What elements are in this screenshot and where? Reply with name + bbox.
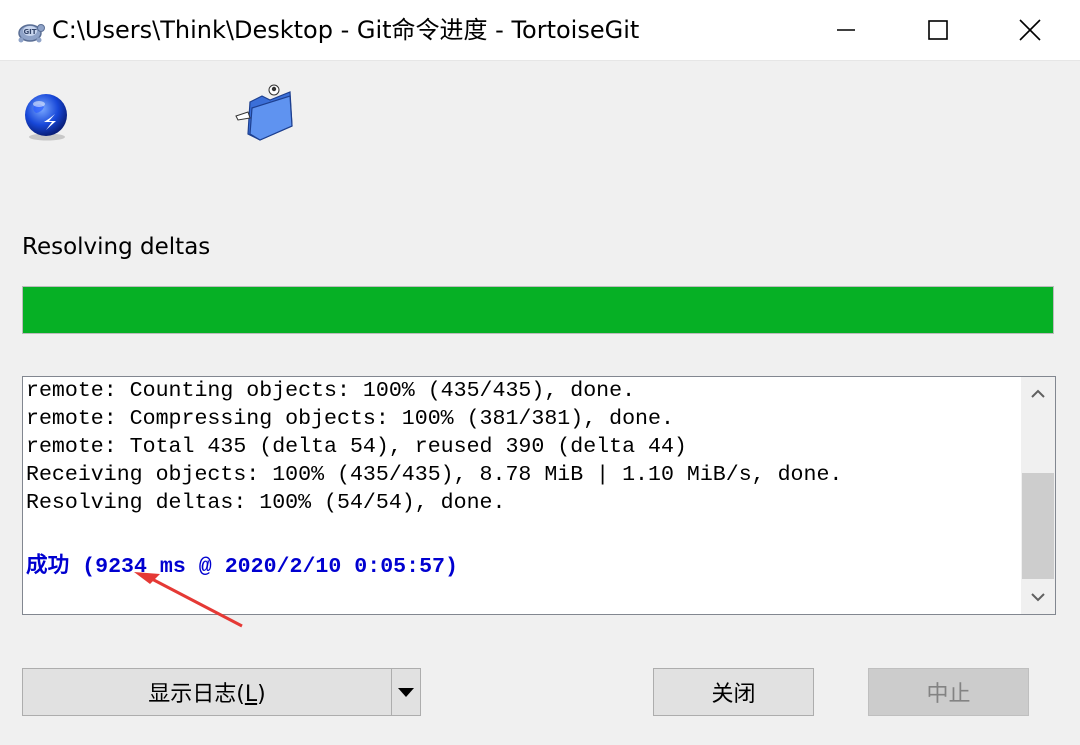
log-blank-line: [26, 517, 1016, 553]
log-line: remote: Counting objects: 100% (435/435)…: [26, 379, 636, 403]
scroll-down-button[interactable]: [1021, 580, 1055, 614]
caret-down-icon: [398, 688, 414, 697]
maximize-button[interactable]: [892, 0, 984, 60]
close-icon: [1019, 19, 1041, 41]
progress-bar: [22, 286, 1054, 334]
show-log-dropdown-button[interactable]: [391, 668, 421, 716]
log-line: Resolving deltas: 100% (54/54), done.: [26, 491, 506, 515]
log-line: remote: Compressing objects: 100% (381/3…: [26, 407, 674, 431]
folder-icon: [235, 84, 293, 141]
tortoisegit-progress-window: GIT C:\Users\Think\Desktop - Git命令进度 - T…: [0, 0, 1080, 745]
vertical-scrollbar[interactable]: [1021, 377, 1055, 614]
scroll-thumb[interactable]: [1022, 473, 1054, 579]
log-line: remote: Total 435 (delta 54), reused 390…: [26, 435, 687, 459]
show-log-button[interactable]: 显示日志(L): [22, 668, 392, 716]
window-title: C:\Users\Think\Desktop - Git命令进度 - Torto…: [52, 16, 640, 44]
tortoisegit-icon: GIT: [18, 24, 45, 43]
svg-text:GIT: GIT: [23, 28, 36, 36]
title-bar[interactable]: GIT C:\Users\Think\Desktop - Git命令进度 - T…: [0, 0, 1080, 61]
close-button[interactable]: 关闭: [653, 668, 814, 716]
maximize-icon: [928, 20, 948, 40]
success-line: 成功 (9234 ms @ 2020/2/10 0:05:57): [26, 555, 458, 579]
progress-status-label: Resolving deltas: [22, 234, 211, 260]
abort-button[interactable]: 中止: [868, 668, 1029, 716]
output-log[interactable]: remote: Counting objects: 100% (435/435)…: [22, 376, 1056, 615]
globe-icon: [25, 94, 67, 141]
chevron-down-icon: [1031, 593, 1045, 602]
log-lines: remote: Counting objects: 100% (435/435)…: [26, 377, 1016, 581]
close-window-button[interactable]: [984, 0, 1076, 60]
chevron-up-icon: [1031, 389, 1045, 398]
minimize-button[interactable]: [800, 0, 892, 60]
progress-fill: [23, 287, 1053, 333]
log-line: Receiving objects: 100% (435/435), 8.78 …: [26, 463, 843, 487]
scroll-up-button[interactable]: [1021, 377, 1055, 411]
minimize-icon: [837, 29, 855, 31]
show-log-label: 显示日志(L): [148, 682, 266, 707]
